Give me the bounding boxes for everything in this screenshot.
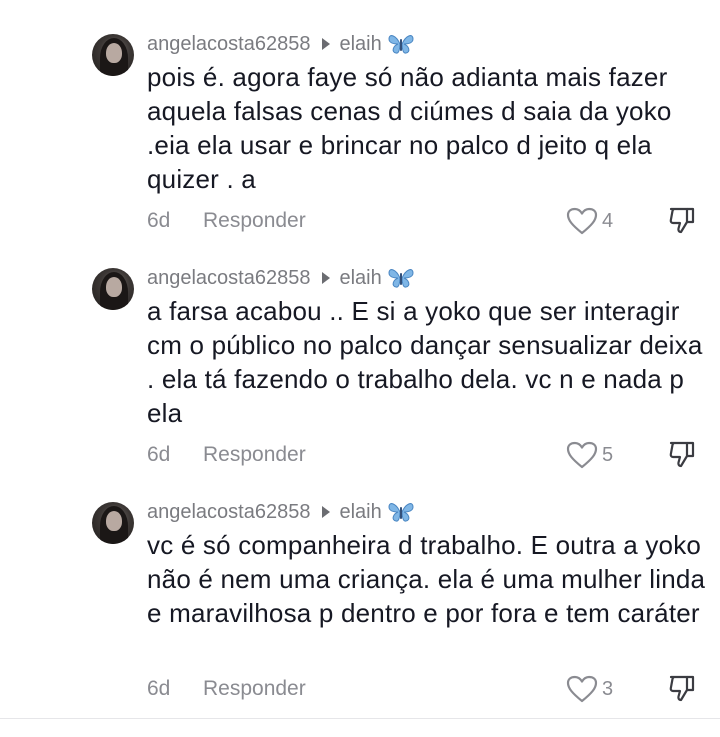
username[interactable]: angelacosta62858 bbox=[147, 33, 310, 56]
comment-time: 6d bbox=[147, 209, 171, 232]
avatar-face bbox=[106, 511, 122, 531]
like-count: 5 bbox=[602, 443, 614, 466]
comment-time: 6d bbox=[147, 443, 171, 466]
comment-text: a farsa acabou .. E si a yoko que ser in… bbox=[147, 296, 703, 428]
play-arrow-icon bbox=[322, 38, 331, 50]
butterfly-emoji bbox=[388, 33, 414, 55]
comment-time: 6d bbox=[147, 677, 171, 700]
like-button[interactable]: 5 bbox=[566, 440, 613, 470]
heart-outline-icon bbox=[566, 675, 598, 703]
thumbs-down-icon bbox=[669, 441, 695, 468]
avatar-face bbox=[106, 277, 122, 297]
divider bbox=[0, 718, 720, 719]
butterfly-emoji bbox=[388, 267, 414, 289]
like-count: 4 bbox=[602, 209, 614, 232]
dislike-button[interactable] bbox=[667, 673, 697, 703]
comment-meta: 6d Responder bbox=[147, 674, 306, 704]
like-count: 3 bbox=[602, 677, 614, 700]
heart-outline-icon bbox=[566, 207, 598, 235]
reply-button[interactable]: Responder bbox=[203, 209, 306, 233]
reply-to-username[interactable]: elaih bbox=[339, 267, 381, 290]
reply-button[interactable]: Responder bbox=[203, 443, 306, 467]
butterfly-emoji bbox=[388, 501, 414, 523]
reply-to-username[interactable]: elaih bbox=[339, 33, 381, 56]
avatar[interactable] bbox=[92, 502, 134, 544]
avatar-face bbox=[106, 43, 122, 63]
thumbs-down-icon bbox=[669, 675, 695, 702]
username[interactable]: angelacosta62858 bbox=[147, 267, 310, 290]
heart-outline-icon bbox=[566, 441, 598, 469]
comment-header: angelacosta62858 elaih bbox=[147, 266, 414, 290]
play-arrow-icon bbox=[322, 506, 331, 518]
like-button[interactable]: 4 bbox=[566, 206, 613, 236]
comment-meta: 6d Responder bbox=[147, 440, 306, 470]
like-button[interactable]: 3 bbox=[566, 674, 613, 704]
reply-button[interactable]: Responder bbox=[203, 677, 306, 701]
comment-text: vc é só companheira d trabalho. E outra … bbox=[147, 530, 706, 628]
avatar[interactable] bbox=[92, 34, 134, 76]
play-arrow-icon bbox=[322, 272, 331, 284]
username[interactable]: angelacosta62858 bbox=[147, 501, 310, 524]
comment-header: angelacosta62858 elaih bbox=[147, 32, 414, 56]
reply-to-username[interactable]: elaih bbox=[339, 501, 381, 524]
thumbs-down-icon bbox=[669, 207, 695, 234]
dislike-button[interactable] bbox=[667, 439, 697, 469]
dislike-button[interactable] bbox=[667, 205, 697, 235]
comment-header: angelacosta62858 elaih bbox=[147, 500, 414, 524]
comment-text: pois é. agora faye só não adianta mais f… bbox=[147, 62, 672, 194]
comment-meta: 6d Responder bbox=[147, 206, 306, 236]
avatar[interactable] bbox=[92, 268, 134, 310]
